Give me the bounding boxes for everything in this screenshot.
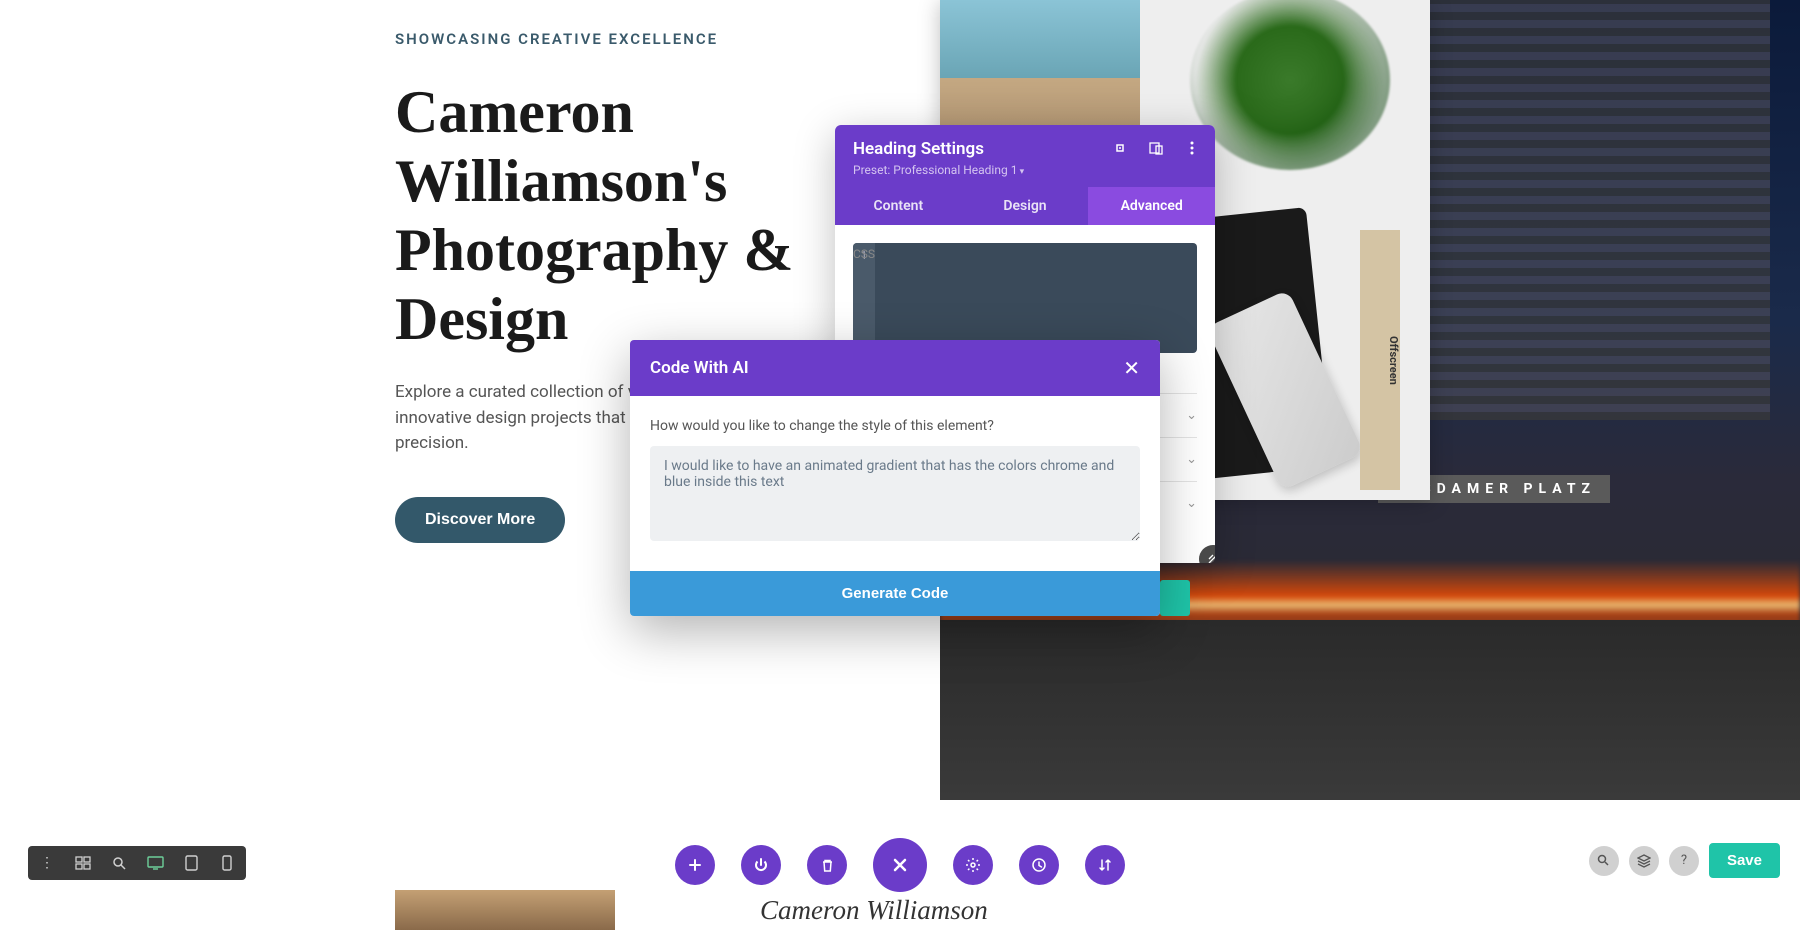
search-tool-icon[interactable]: [1589, 846, 1619, 876]
add-button[interactable]: [675, 845, 715, 885]
ai-modal-header[interactable]: Code With AI ✕: [630, 340, 1160, 396]
chevron-down-icon: ⌄: [1186, 408, 1197, 423]
close-icon[interactable]: ✕: [1123, 356, 1140, 380]
tab-design[interactable]: Design: [962, 187, 1089, 225]
more-options-icon[interactable]: [1183, 139, 1201, 157]
more-vertical-icon[interactable]: ⋮: [36, 852, 58, 874]
layers-tool-icon[interactable]: [1629, 846, 1659, 876]
mobile-view-icon[interactable]: [216, 852, 238, 874]
zoom-icon[interactable]: [108, 852, 130, 874]
chevron-down-icon: ⌄: [1186, 496, 1197, 511]
preset-dropdown[interactable]: Preset: Professional Heading 1: [853, 163, 1197, 177]
right-save-toolbar: ? Save: [1589, 843, 1780, 878]
wireframe-view-icon[interactable]: [72, 852, 94, 874]
ai-prompt-label: How would you like to change the style o…: [650, 418, 1140, 434]
responsive-icon[interactable]: [1147, 139, 1165, 157]
device-view-toolbar: ⋮: [28, 846, 246, 880]
sort-button[interactable]: [1085, 845, 1125, 885]
tab-advanced[interactable]: Advanced: [1088, 187, 1215, 225]
tab-content[interactable]: Content: [835, 187, 962, 225]
settings-panel-header[interactable]: Heading Settings Preset: Professional He…: [835, 125, 1215, 187]
settings-tabs: Content Design Advanced: [835, 187, 1215, 225]
generate-code-button[interactable]: Generate Code: [630, 571, 1160, 616]
main-heading[interactable]: Cameron Williamson's Photography & Desig…: [395, 78, 895, 354]
css-section-label: CSS: [853, 247, 875, 261]
save-button[interactable]: Save: [1709, 843, 1780, 878]
trash-button[interactable]: [807, 845, 847, 885]
plant-decoration: [1190, 0, 1390, 170]
drag-handle-icon[interactable]: [1111, 139, 1129, 157]
bottom-toolbar: [0, 830, 1800, 900]
history-button[interactable]: [1019, 845, 1059, 885]
magazine-spine: Offscreen: [1360, 230, 1400, 490]
ai-prompt-textarea[interactable]: [650, 446, 1140, 541]
ai-modal-body: How would you like to change the style o…: [630, 396, 1160, 571]
beach-photo: [940, 0, 1140, 130]
help-tool-icon[interactable]: ?: [1669, 846, 1699, 876]
road-bg: [940, 620, 1800, 800]
discover-more-button[interactable]: Discover More: [395, 497, 565, 543]
portrait-thumbnail[interactable]: [395, 890, 615, 930]
code-with-ai-modal[interactable]: Code With AI ✕ How would you like to cha…: [630, 340, 1160, 616]
ai-modal-title: Code With AI: [650, 358, 749, 378]
tablet-view-icon[interactable]: [180, 852, 202, 874]
chevron-down-icon: ⌄: [1186, 452, 1197, 467]
close-editor-button[interactable]: [873, 838, 927, 892]
power-button[interactable]: [741, 845, 781, 885]
settings-gear-button[interactable]: [953, 845, 993, 885]
desktop-view-icon[interactable]: [144, 852, 166, 874]
css-code-editor[interactable]: 1: [853, 243, 1197, 353]
confirm-check-button[interactable]: [1160, 580, 1190, 616]
eyebrow-text[interactable]: SHOWCASING CREATIVE EXCELLENCE: [395, 30, 895, 48]
buildings-bg: [1390, 0, 1770, 420]
